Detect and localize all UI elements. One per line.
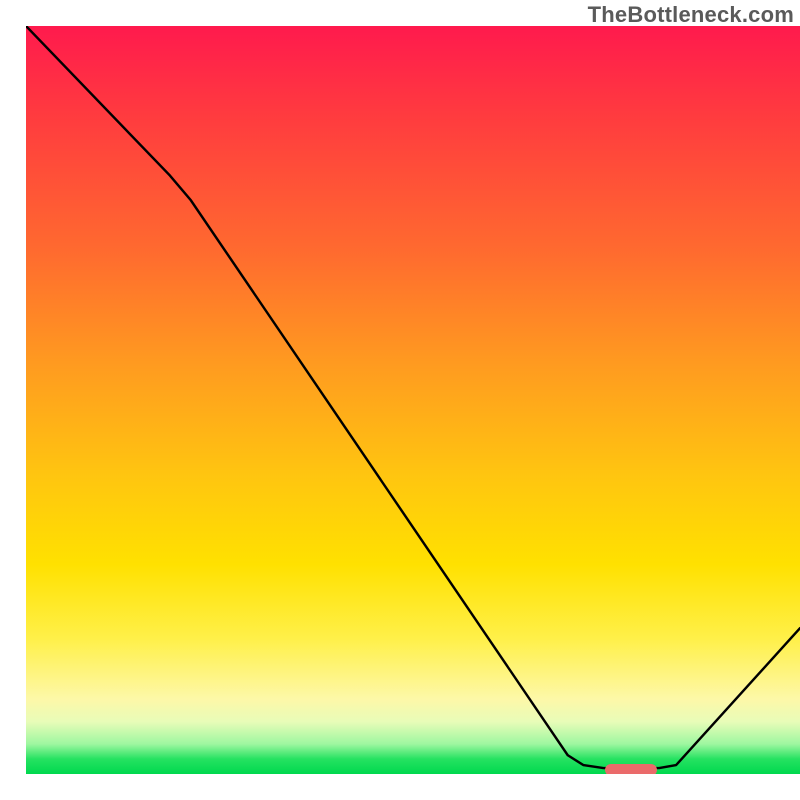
plot-area	[26, 26, 800, 774]
watermark-text: TheBottleneck.com	[588, 2, 794, 28]
curve-svg	[26, 26, 800, 774]
bottleneck-curve	[26, 26, 800, 768]
optimal-indicator	[605, 764, 657, 774]
chart-container: TheBottleneck.com	[0, 0, 800, 800]
